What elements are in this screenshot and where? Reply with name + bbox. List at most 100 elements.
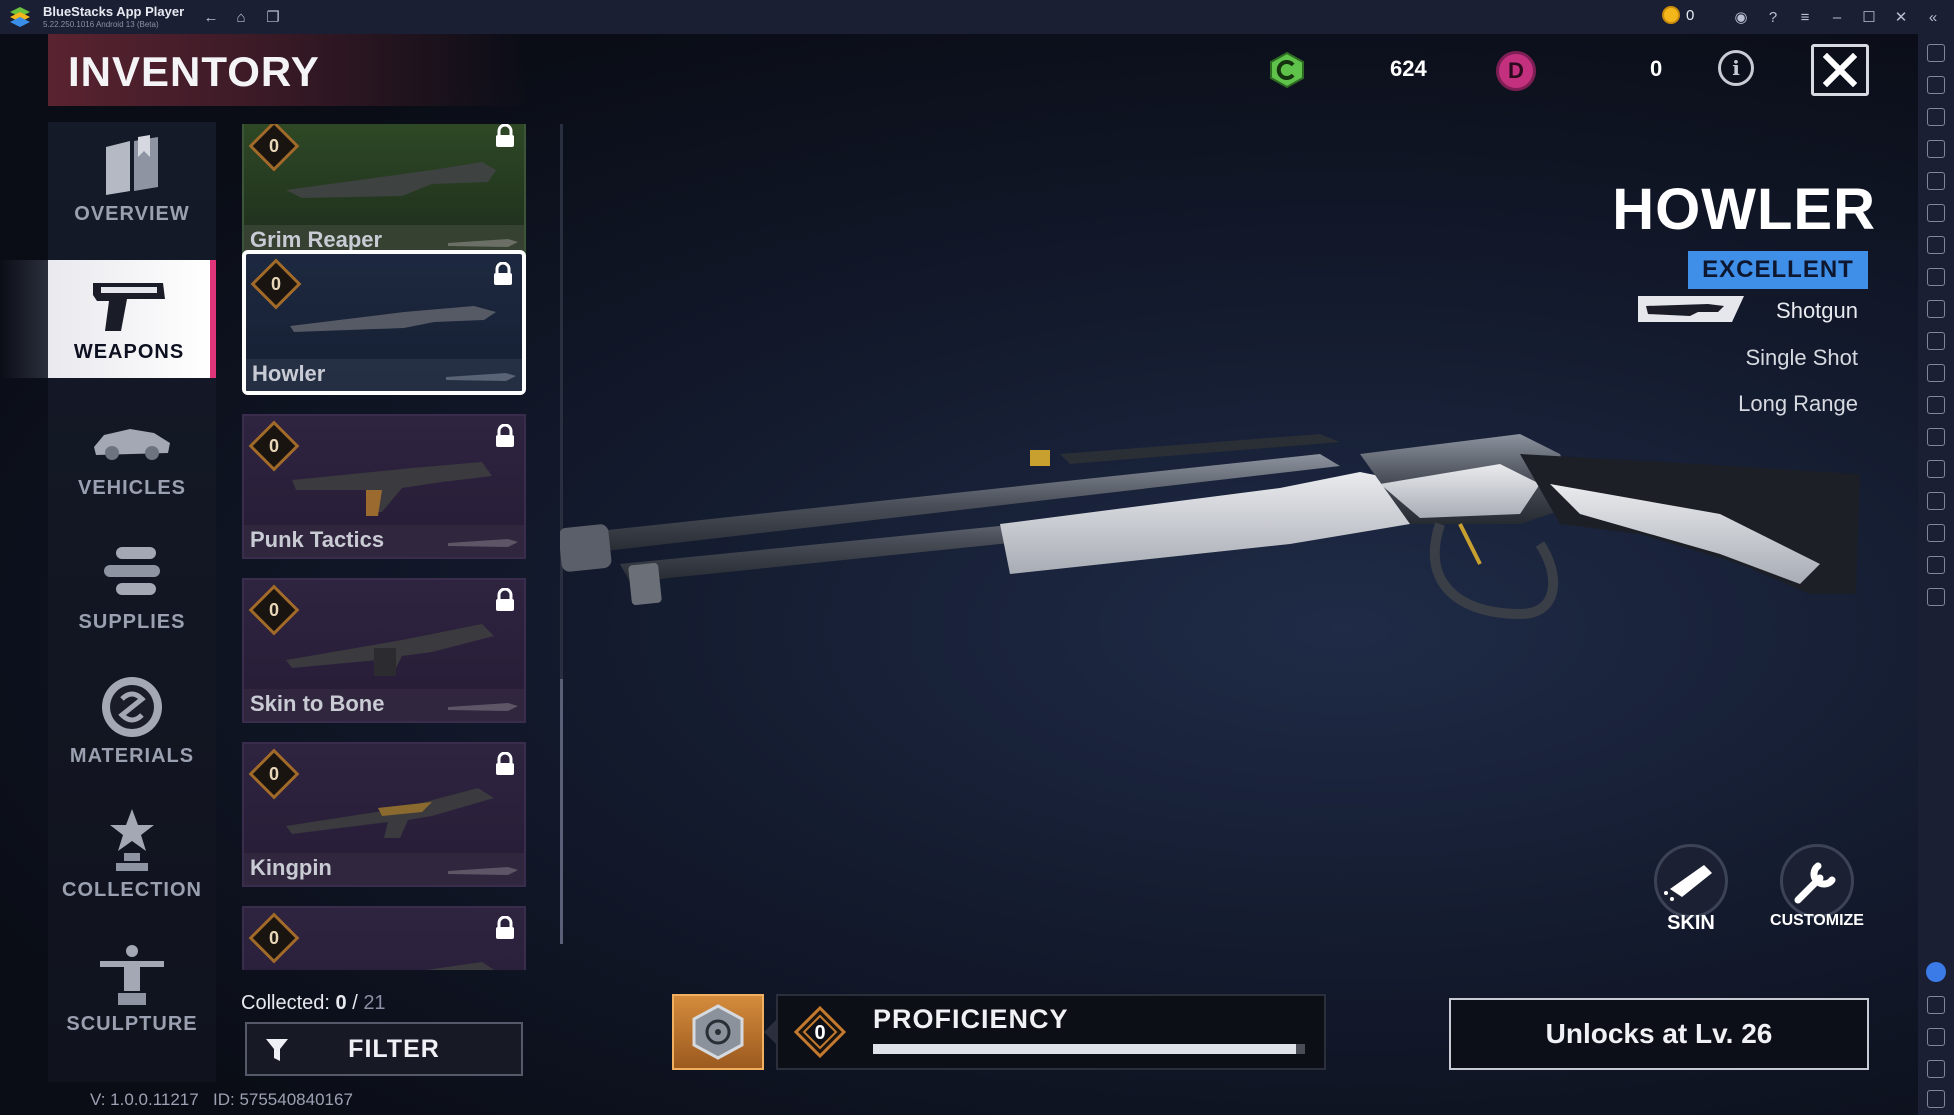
machine-gun-thumbnail-icon xyxy=(286,624,494,676)
game-version: V: 1.0.0.11217 xyxy=(90,1090,199,1109)
customize-button[interactable]: CUSTOMIZE xyxy=(1762,844,1872,930)
eco-icon[interactable] xyxy=(1927,460,1945,478)
weapon-silhouette-icon xyxy=(448,539,518,547)
shotgun-thumbnail-icon xyxy=(290,306,496,332)
shotgun-thumbnail-icon xyxy=(286,162,496,198)
folder-icon[interactable] xyxy=(1927,364,1945,382)
weapon-card-punk-tactics[interactable]: 0 Punk Tactics xyxy=(242,414,526,559)
weapon-card-kingpin[interactable]: 0 Kingpin xyxy=(242,742,526,887)
android-home-icon[interactable] xyxy=(1927,1060,1945,1078)
proficiency-emblem[interactable] xyxy=(672,994,764,1070)
window-version: 5.22.250.1016 Android 13 (Beta) xyxy=(43,20,159,29)
collected-count: Collected: 0 / 21 xyxy=(241,992,386,1014)
coin-counter[interactable]: 0 xyxy=(1662,6,1694,24)
coin-value: 0 xyxy=(1686,6,1695,24)
settings-icon[interactable] xyxy=(1927,996,1945,1014)
rifle-thumbnail-icon xyxy=(292,462,492,516)
sidebar-toggle-icon[interactable] xyxy=(1927,588,1945,606)
sync-apps-icon[interactable] xyxy=(1927,556,1945,574)
nav-label: WEAPONS xyxy=(73,341,185,363)
pink-currency-value: 0 xyxy=(1650,56,1663,81)
nav-collection[interactable]: COLLECTION xyxy=(48,798,216,916)
proficiency-label: PROFICIENCY xyxy=(873,1004,1069,1034)
help-icon[interactable]: ? xyxy=(1762,6,1784,28)
window-titlebar: BlueStacks App Player 5.22.250.1016 Andr… xyxy=(0,0,1954,34)
weapon-silhouette-icon xyxy=(446,373,516,381)
proficiency-progress-bar xyxy=(873,1044,1305,1054)
home-icon[interactable]: ⌂ xyxy=(230,6,252,28)
recent-apps-icon[interactable]: ❐ xyxy=(262,6,284,28)
collapse-sidebar-icon[interactable]: « xyxy=(1922,6,1944,28)
weapon-card-grim-reaper[interactable]: 0 Grim Reaper xyxy=(242,124,526,259)
coin-icon xyxy=(102,677,162,737)
location-icon[interactable] xyxy=(1927,492,1945,510)
list-scrollbar[interactable] xyxy=(560,679,563,944)
weapon-card-name: Howler xyxy=(252,361,326,386)
wrench-icon xyxy=(1780,844,1854,918)
macro-icon[interactable] xyxy=(1927,172,1945,190)
filter-button[interactable]: FILTER xyxy=(245,1022,523,1076)
weapon-card-name: Kingpin xyxy=(250,855,332,880)
android-back-icon[interactable] xyxy=(1927,1028,1945,1046)
nav-weapons[interactable]: WEAPONS xyxy=(48,260,216,378)
multi-instance-icon[interactable] xyxy=(1927,428,1945,446)
record-icon[interactable] xyxy=(1927,332,1945,350)
info-button[interactable]: i xyxy=(1718,50,1754,86)
fullscreen-icon[interactable] xyxy=(1927,44,1945,62)
fps-icon[interactable] xyxy=(1927,268,1945,286)
account-icon[interactable]: ◉ xyxy=(1730,6,1752,28)
inventory-nav: OVERVIEW WEAPONS VEHICLES SUPPLIES MATER… xyxy=(48,122,216,1082)
weapon-fire-mode: Single Shot xyxy=(1745,345,1858,370)
car-icon xyxy=(94,429,170,460)
howler-shotgun-model xyxy=(560,434,1860,620)
bluestacks-logo-icon xyxy=(10,7,30,27)
minimize-icon[interactable]: – xyxy=(1826,6,1848,28)
statue-icon xyxy=(100,945,164,1005)
nav-overview[interactable]: OVERVIEW xyxy=(48,122,216,240)
sync-icon[interactable] xyxy=(1927,204,1945,222)
bluestacks-toolbar xyxy=(1918,34,1954,1115)
assistant-icon[interactable] xyxy=(1926,962,1946,982)
close-button[interactable] xyxy=(1811,44,1869,96)
weapon-silhouette-icon xyxy=(448,703,518,711)
weapon-card-skin-to-bone[interactable]: 0 Skin to Bone xyxy=(242,578,526,723)
layers-icon[interactable] xyxy=(1927,524,1945,542)
filter-icon xyxy=(266,1039,288,1061)
unlock-button[interactable]: Unlocks at Lv. 26 xyxy=(1449,998,1869,1070)
window-title: BlueStacks App Player xyxy=(43,4,185,19)
close-window-icon[interactable]: ✕ xyxy=(1890,6,1912,28)
weapon-name: HOWLER xyxy=(1612,177,1876,242)
maximize-icon[interactable]: ☐ xyxy=(1858,6,1880,28)
customize-label: CUSTOMIZE xyxy=(1770,912,1864,929)
airplane-icon[interactable] xyxy=(1927,396,1945,414)
nav-sculpture[interactable]: SCULPTURE xyxy=(48,932,216,1050)
green-currency-value: 624 xyxy=(1390,56,1427,81)
weapon-card-howler[interactable]: 0 Howler xyxy=(242,250,526,395)
player-id: ID: 575540840167 xyxy=(213,1090,353,1109)
weapon-card-partial[interactable]: 0 xyxy=(242,906,526,970)
media-icon[interactable] xyxy=(1927,108,1945,126)
nav-label: SCULPTURE xyxy=(66,1013,198,1035)
nav-vehicles[interactable]: VEHICLES xyxy=(48,396,216,514)
ammo-icon xyxy=(104,547,160,595)
skin-button[interactable]: SKIN xyxy=(1636,844,1746,935)
volume-icon[interactable] xyxy=(1927,76,1945,94)
nav-materials[interactable]: MATERIALS xyxy=(48,664,216,782)
gamepad-icon[interactable] xyxy=(1927,236,1945,254)
weapon-card-name: Punk Tactics xyxy=(250,527,385,552)
close-icon xyxy=(1823,53,1857,87)
menu-icon[interactable]: ≡ xyxy=(1794,6,1816,28)
weapon-list[interactable]: 0 Grim Reaper 0 Howler 0 Punk Tactics 0 xyxy=(232,124,542,970)
coin-icon xyxy=(1662,6,1680,24)
target-hexagon-icon xyxy=(692,1004,744,1060)
gun-thumbnail-icon xyxy=(426,962,494,970)
nav-label: VEHICLES xyxy=(77,477,187,499)
nav-supplies[interactable]: SUPPLIES xyxy=(48,530,216,648)
keyboard-icon[interactable] xyxy=(1927,140,1945,158)
android-recent-icon[interactable] xyxy=(1927,1090,1945,1108)
nav-active-glow xyxy=(0,260,48,378)
weapon-silhouette-icon xyxy=(448,239,518,247)
screenshot-icon[interactable] xyxy=(1927,300,1945,318)
back-icon[interactable]: ← xyxy=(200,6,222,28)
proficiency-pointer xyxy=(764,1020,776,1044)
